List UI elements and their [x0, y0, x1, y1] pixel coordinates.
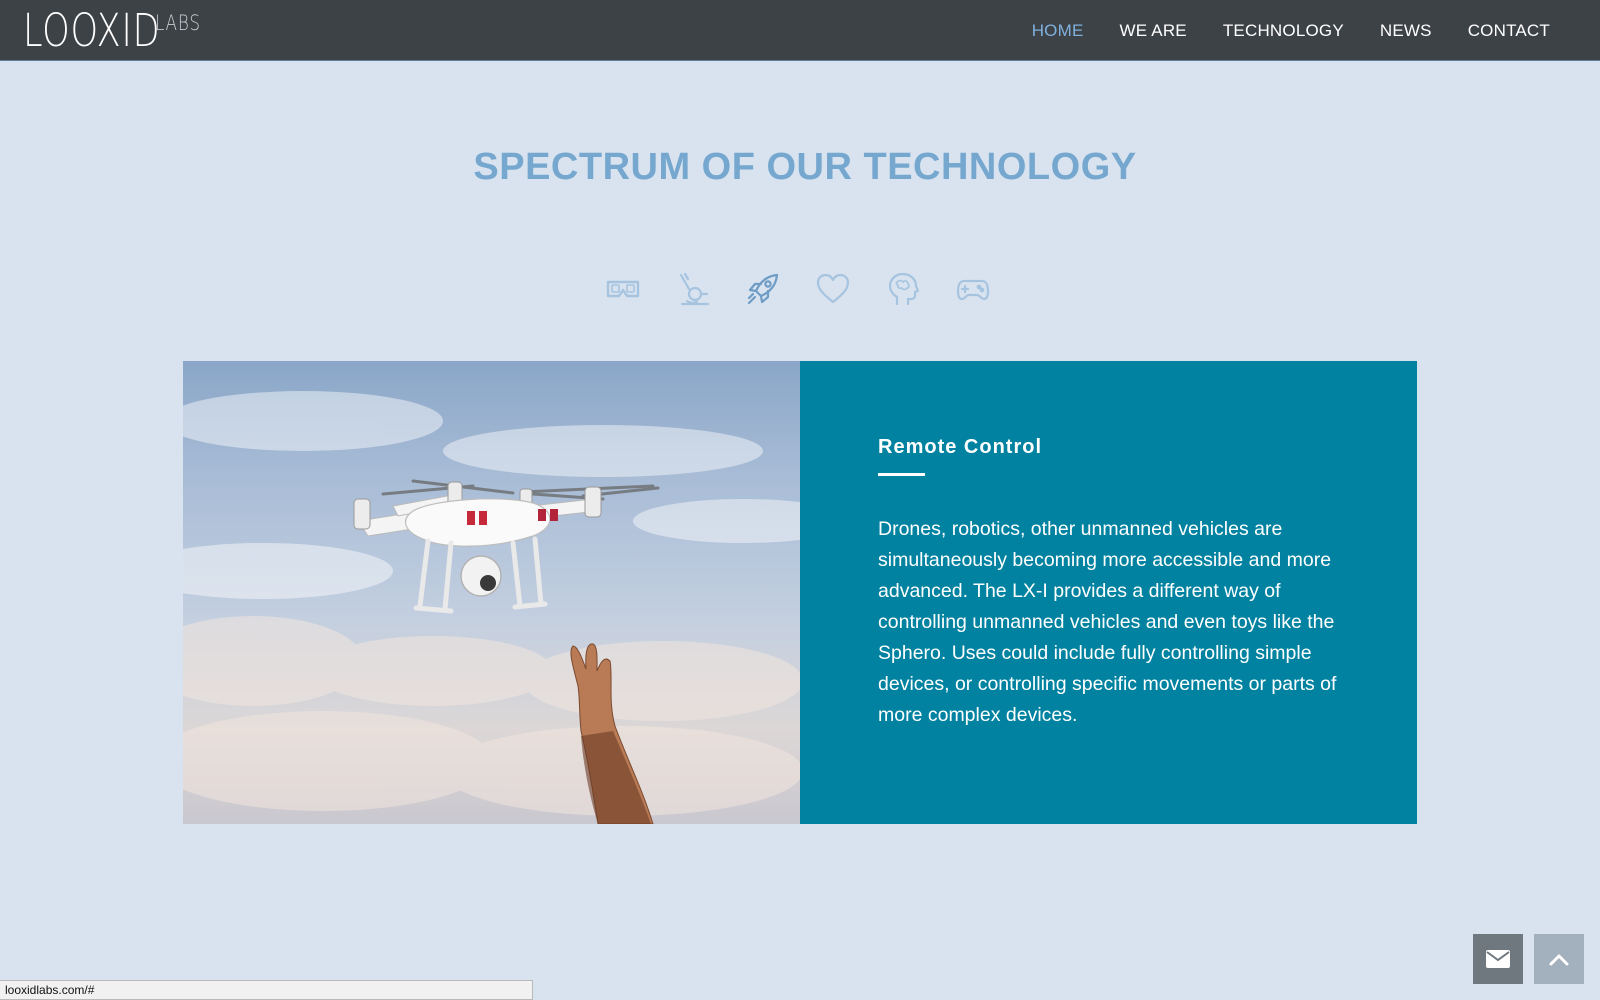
brain-head-icon[interactable] [885, 271, 921, 307]
logo[interactable]: LOOXID LABS [23, 4, 212, 58]
contact-mail-button[interactable] [1473, 934, 1523, 984]
gamepad-icon[interactable] [955, 271, 991, 307]
feature-heading: Remote Control [878, 436, 1042, 458]
logo-main-text: LOOXID [23, 4, 161, 57]
drone-graphic [353, 479, 660, 614]
site-header: LOOXID LABS HOME WE ARE TECHNOLOGY NEWS … [0, 0, 1600, 61]
chevron-up-icon [1549, 954, 1569, 966]
microscope-icon[interactable] [675, 271, 711, 307]
technology-icon-row [605, 271, 1025, 307]
drone-photo [183, 361, 800, 824]
scroll-to-top-button[interactable] [1534, 934, 1584, 984]
heart-icon[interactable] [815, 271, 851, 307]
nav-technology[interactable]: TECHNOLOGY [1223, 21, 1344, 41]
rocket-icon[interactable] [745, 271, 781, 307]
feature-description: Drones, robotics, other unmanned vehicle… [878, 518, 1337, 726]
heading-underline [878, 473, 925, 476]
envelope-icon [1486, 950, 1510, 968]
section-title: SPECTRUM OF OUR TECHNOLOGY [473, 146, 1137, 188]
nav-we-are[interactable]: WE ARE [1120, 21, 1187, 41]
vr-glasses-icon[interactable] [605, 271, 641, 307]
nav-news[interactable]: NEWS [1380, 21, 1432, 41]
main-nav: HOME WE ARE TECHNOLOGY NEWS CONTACT [996, 0, 1550, 61]
browser-status-bar: looxidlabs.com/# [0, 980, 533, 1000]
logo-sub-text: LABS [155, 11, 201, 35]
nav-contact[interactable]: CONTACT [1468, 21, 1550, 41]
nav-home[interactable]: HOME [1032, 21, 1084, 41]
feature-block: Remote Control Drones, robotics, other u… [183, 361, 1417, 824]
feature-text-panel: Remote Control Drones, robotics, other u… [800, 361, 1417, 824]
